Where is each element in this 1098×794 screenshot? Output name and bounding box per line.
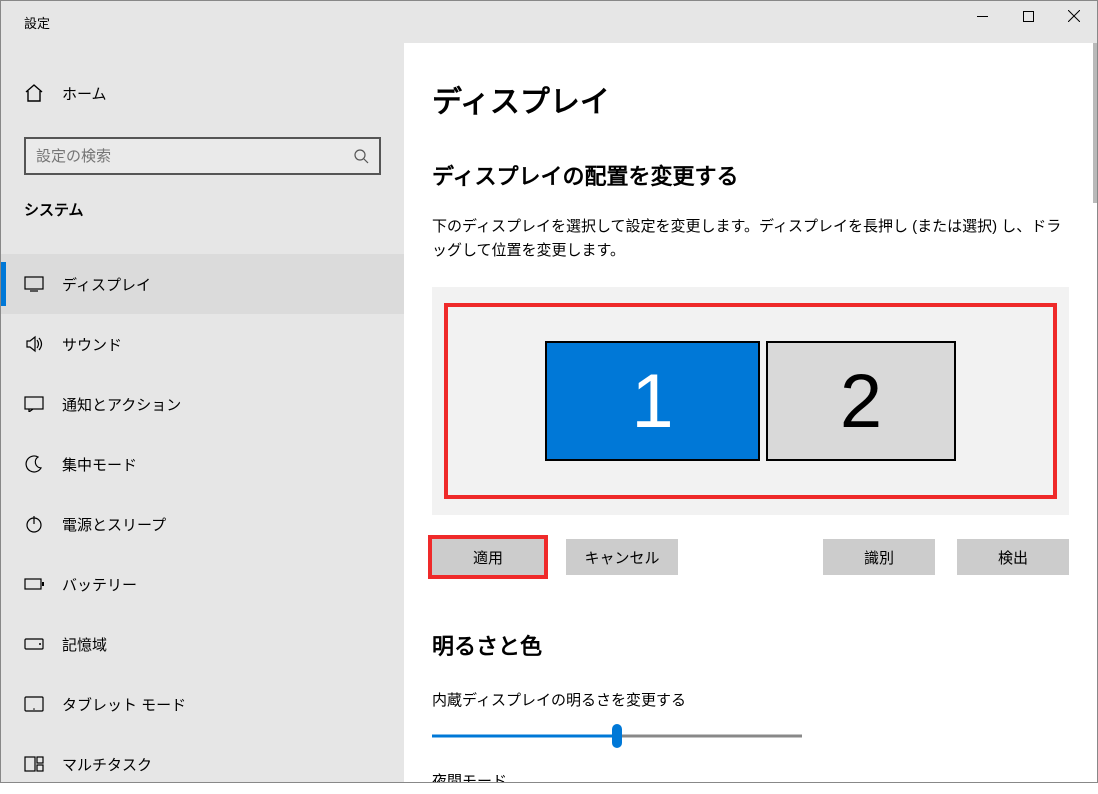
button-row: 適用 キャンセル 識別 検出	[432, 539, 1069, 575]
category-label: システム	[1, 199, 404, 220]
monitor-1[interactable]: 1	[545, 341, 760, 461]
maximize-button[interactable]	[1005, 1, 1051, 31]
slider-thumb[interactable]	[612, 724, 622, 748]
nav-item-battery[interactable]: バッテリー	[1, 554, 404, 614]
nav-label: 電源とスリープ	[62, 514, 166, 535]
arrange-description: 下のディスプレイを選択して設定を変更します。ディスプレイを長押し (または選択)…	[432, 215, 1069, 263]
home-button[interactable]: ホーム	[1, 71, 404, 115]
slider-fill	[432, 735, 617, 738]
power-icon	[24, 514, 44, 534]
nav-item-notif[interactable]: 通知とアクション	[1, 374, 404, 434]
battery-icon	[24, 574, 44, 594]
nav-item-monitor[interactable]: ディスプレイ	[1, 254, 404, 314]
identify-button[interactable]: 識別	[823, 539, 935, 575]
brightness-slider[interactable]	[432, 724, 802, 748]
titlebar: 設定	[1, 1, 1097, 43]
sound-icon	[24, 334, 44, 354]
apply-button[interactable]: 適用	[432, 539, 544, 575]
minimize-icon	[977, 16, 988, 17]
maximize-icon	[1023, 11, 1034, 22]
detect-button[interactable]: 検出	[957, 539, 1069, 575]
page-title: ディスプレイ	[432, 77, 1069, 121]
scrollbar[interactable]	[1093, 43, 1097, 203]
nav-label: 集中モード	[62, 454, 137, 475]
tablet-icon	[24, 694, 44, 714]
display-arrange-area: 1 2	[432, 287, 1069, 515]
nav-label: マルチタスク	[62, 754, 152, 775]
minimize-button[interactable]	[959, 1, 1005, 31]
night-mode-label: 夜間モード	[432, 770, 1069, 782]
nav-label: 記憶域	[62, 634, 107, 655]
monitor-2[interactable]: 2	[766, 341, 956, 461]
nav-label: サウンド	[62, 334, 122, 355]
home-icon	[24, 83, 44, 103]
nav-item-tablet[interactable]: タブレット モード	[1, 674, 404, 734]
home-label: ホーム	[62, 83, 107, 104]
close-icon	[1068, 10, 1080, 22]
search-box[interactable]	[24, 137, 381, 175]
main-content: ディスプレイ ディスプレイの配置を変更する 下のディスプレイを選択して設定を変更…	[404, 43, 1097, 782]
nav-label: バッテリー	[62, 574, 137, 595]
nav-label: ディスプレイ	[62, 274, 151, 295]
brightness-section-title: 明るさと色	[432, 629, 1069, 661]
search-input[interactable]	[36, 148, 353, 165]
nav-item-storage[interactable]: 記憶域	[1, 614, 404, 674]
monitor-icon	[24, 274, 44, 294]
window-controls	[959, 1, 1097, 31]
search-icon	[353, 148, 369, 164]
notif-icon	[24, 394, 44, 414]
arrange-title: ディスプレイの配置を変更する	[432, 159, 1069, 191]
nav-label: タブレット モード	[62, 694, 186, 715]
focus-icon	[24, 454, 44, 474]
nav-item-power[interactable]: 電源とスリープ	[1, 494, 404, 554]
arrange-highlight: 1 2	[444, 303, 1057, 499]
sidebar: ホーム システム ディスプレイサウンド通知とアクション集中モード電源とスリープバ…	[1, 43, 404, 782]
storage-icon	[24, 634, 44, 654]
nav-label: 通知とアクション	[62, 394, 181, 415]
close-button[interactable]	[1051, 1, 1097, 31]
cancel-button[interactable]: キャンセル	[566, 539, 678, 575]
multitask-icon	[24, 754, 44, 774]
nav-item-sound[interactable]: サウンド	[1, 314, 404, 374]
brightness-label: 内蔵ディスプレイの明るさを変更する	[432, 689, 1069, 710]
nav-item-multitask[interactable]: マルチタスク	[1, 734, 404, 794]
window-title: 設定	[24, 13, 50, 32]
nav-item-focus[interactable]: 集中モード	[1, 434, 404, 494]
